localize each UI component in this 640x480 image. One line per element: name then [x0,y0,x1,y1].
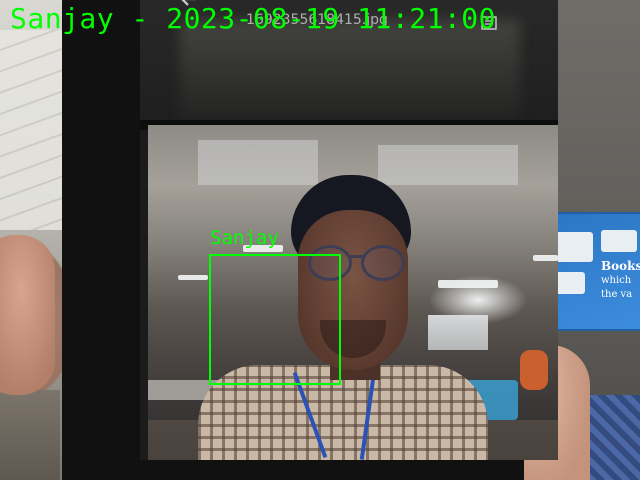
poster-text: Books which the va [601,259,640,301]
left-hand-lower [0,390,60,480]
glasses-lens [361,245,405,281]
ceiling-light [438,280,498,288]
left-thumb [0,235,55,395]
ceiling-panel [198,140,318,185]
recognition-timestamp: Sanjay - 2023-08-19 11:21:00 [10,2,497,35]
ceiling-background [0,30,70,230]
phone-body: 1692355618415.jpg [62,0,558,480]
camera-frame: Books which the va 1692355618415.jpg San… [0,0,640,480]
face-bounding-box [209,254,341,385]
background-shirt [585,395,640,480]
face-label: Sanjay [210,227,279,249]
glasses-bridge [349,255,363,258]
poster-card [555,272,585,294]
ceiling-light [178,275,208,280]
poster-card [601,230,637,252]
phone-screen: 1692355618415.jpg [140,0,558,460]
background-person [520,350,548,390]
ceiling-panel [378,145,518,185]
ceiling-light [533,255,558,261]
